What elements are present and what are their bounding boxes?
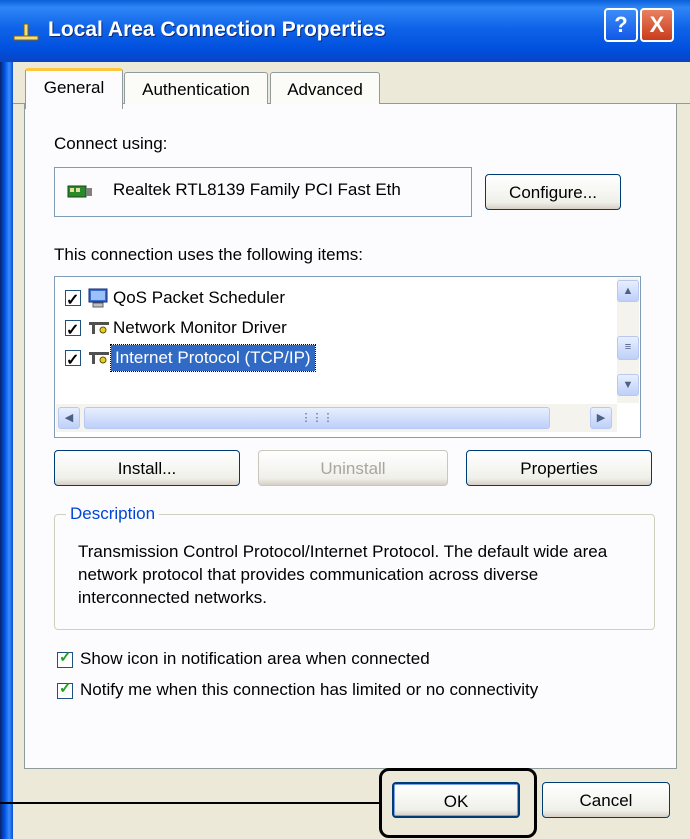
item-label: Internet Protocol (TCP/IP) [110, 344, 316, 372]
help-button[interactable]: ? [604, 8, 638, 42]
uninstall-button[interactable]: Uninstall [258, 450, 448, 486]
item-checkbox[interactable] [65, 316, 81, 346]
connection-items-list[interactable]: QoS Packet Scheduler Network Monitor Dri… [54, 276, 641, 438]
tab-authentication[interactable]: Authentication [124, 72, 268, 107]
description-text: Transmission Control Protocol/Internet P… [78, 542, 608, 607]
notify-checkbox[interactable] [57, 679, 73, 699]
vertical-scrollbar[interactable]: ▲ ≡ ▼ [617, 278, 639, 403]
network-adapter-icon [67, 185, 92, 198]
scroll-thumb[interactable]: ≡ [617, 336, 639, 360]
adapter-name: Realtek RTL8139 Family PCI Fast Eth [113, 180, 401, 199]
network-connection-icon [13, 23, 39, 41]
window-title: Local Area Connection Properties [48, 18, 386, 41]
item-checkbox[interactable] [65, 286, 81, 316]
horizontal-scrollbar[interactable]: ◀ ⋮⋮⋮ ▶ [56, 404, 617, 432]
configure-button[interactable]: Configure... [485, 174, 621, 210]
adapter-field: Realtek RTL8139 Family PCI Fast Eth [54, 167, 472, 217]
install-button[interactable]: Install... [54, 450, 240, 486]
properties-button[interactable]: Properties [466, 450, 652, 486]
tab-general[interactable]: General [25, 68, 123, 109]
item-checkbox[interactable] [65, 346, 81, 376]
horizontal-scroll-thumb[interactable]: ⋮⋮⋮ [84, 407, 550, 429]
properties-dialog: Local Area Connection Properties ? X Gen… [0, 0, 690, 839]
callout-line [0, 802, 380, 804]
items-label: This connection uses the following items… [54, 245, 363, 264]
description-legend: Description [66, 504, 160, 524]
item-label: Network Monitor Driver [113, 318, 287, 337]
scroll-left-button[interactable]: ◀ [58, 407, 80, 429]
item-label: QoS Packet Scheduler [113, 288, 285, 307]
tab-advanced[interactable]: Advanced [270, 72, 380, 107]
show-icon-label[interactable]: Show icon in notification area when conn… [80, 649, 430, 669]
close-button[interactable]: X [640, 8, 674, 42]
title-bar[interactable]: Local Area Connection Properties ? X [0, 0, 690, 62]
scroll-down-button[interactable]: ▼ [617, 374, 639, 396]
configure-label: Configure... [509, 183, 597, 202]
network-protocol-icon [89, 322, 109, 334]
window-frame-left [0, 62, 13, 839]
callout-highlight [379, 768, 537, 838]
scroll-up-button[interactable]: ▲ [617, 280, 639, 302]
scheduler-icon [88, 288, 108, 308]
show-icon-checkbox[interactable] [57, 648, 73, 668]
notify-label[interactable]: Notify me when this connection has limit… [80, 680, 538, 700]
scroll-right-button[interactable]: ▶ [590, 407, 612, 429]
network-protocol-icon [89, 352, 109, 364]
cancel-button[interactable]: Cancel [542, 782, 670, 818]
connect-using-label: Connect using: [54, 134, 168, 153]
